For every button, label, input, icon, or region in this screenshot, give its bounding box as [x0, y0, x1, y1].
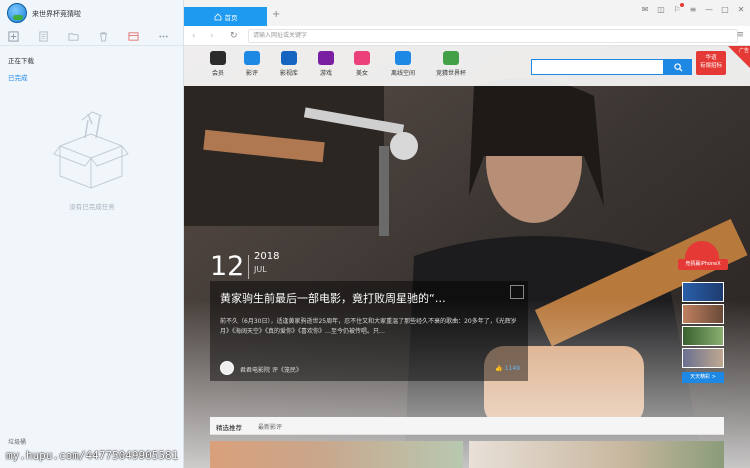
games-icon	[318, 51, 334, 65]
avatar[interactable]	[220, 361, 234, 375]
corner-badge-label: 广告	[738, 48, 749, 54]
comment-target[interactable]: 评《笼民》	[272, 367, 302, 374]
notification-dot	[680, 3, 684, 7]
more-icon[interactable]	[158, 31, 169, 43]
watermark: my.hupu.com/44775049905581	[6, 449, 179, 462]
add-tab-button[interactable]: +	[272, 10, 280, 20]
address-bar: ‹ › ↻ 请输入网址或关键字 ≡	[184, 26, 750, 46]
refresh-icon[interactable]: ↻	[230, 31, 238, 41]
tab-featured[interactable]: 精选推荐	[216, 422, 242, 432]
tab-home[interactable]: 首页	[184, 7, 267, 26]
tab-bar: 首页 + ✉ ◫ ⚐ ≡ — □ ✕	[184, 0, 750, 26]
date-year: 2018	[254, 251, 280, 262]
ad-thumbnail[interactable]	[682, 348, 724, 368]
title-bar: 来世界杯竞猜啦	[0, 0, 183, 26]
open-file-icon[interactable]	[38, 31, 49, 43]
recycle-bin[interactable]: 垃圾桶	[8, 437, 26, 446]
date-month: JUL	[254, 265, 267, 274]
like-count[interactable]: 👍 1149	[495, 365, 520, 372]
article-footer: 君君电影院 评《笼民》 👍 1149	[220, 361, 520, 375]
nav-item-games[interactable]: 游戏	[306, 51, 346, 77]
ad-thumbnail[interactable]	[682, 326, 724, 346]
reviews-icon	[244, 51, 260, 65]
featured-article-card[interactable]: 黄家驹生前最后一部电影，竟打败周星驰的“… 前不久（6月30日），适逢黄家驹逝世…	[210, 281, 528, 381]
completed-category[interactable]: 已完成	[8, 72, 28, 82]
ad-thumbnail[interactable]	[682, 304, 724, 324]
section-header: 精选推荐 最新影评	[210, 417, 724, 435]
world-cup-icon	[443, 51, 459, 65]
empty-state-text: 没有已完成任务	[69, 203, 115, 211]
close-icon[interactable]: ✕	[736, 5, 746, 15]
top-navigation: 会员 影评 影视库 游戏 美女 离线空间 竞猜世界杯 华谊 有偿招标	[184, 46, 750, 86]
recommendation-thumbnail[interactable]	[210, 441, 463, 468]
vip-icon	[210, 51, 226, 65]
delete-icon[interactable]	[98, 31, 109, 43]
skin-icon[interactable]: ◫	[656, 5, 666, 15]
downloading-category[interactable]: 正在下载	[8, 55, 34, 65]
beauty-icon	[354, 51, 370, 65]
side-ad[interactable]: 竞猜赢iPhoneX 天天精彩 >	[678, 241, 728, 389]
app-window: 来世界杯竞猜啦 正在下载 已完成 没有已完成任务 垃圾桶 首页 + ✉ ◫ ⚐ …	[0, 0, 750, 468]
minimize-icon[interactable]: —	[704, 5, 714, 15]
card-icon[interactable]	[128, 31, 139, 43]
date-day: 12	[210, 251, 245, 282]
nav-item-beauty[interactable]: 美女	[342, 51, 382, 77]
nav-item-world-cup[interactable]: 竞猜世界杯	[430, 51, 472, 77]
folder-icon[interactable]	[68, 31, 79, 43]
back-icon[interactable]: ‹	[192, 31, 196, 41]
cloud-icon	[395, 51, 411, 65]
nav-item-offline-space[interactable]: 离线空间	[383, 51, 423, 77]
download-toolbar	[0, 28, 183, 46]
new-task-icon[interactable]	[8, 31, 19, 43]
menu-icon[interactable]: ≡	[688, 5, 698, 15]
ad-thumbnail[interactable]	[682, 282, 724, 302]
article-summary: 前不久（6月30日），适逢黄家驹逝世25周年，忍不住又和大家重温了那些经久不衰的…	[220, 318, 517, 335]
home-page: 会员 影评 影视库 游戏 美女 离线空间 竞猜世界杯 华谊 有偿招标 广告 12…	[184, 46, 750, 468]
search-input[interactable]	[531, 59, 664, 75]
home-icon	[214, 12, 221, 20]
article-title[interactable]: 黄家驹生前最后一部电影，竟打败周星驰的“…	[220, 290, 446, 306]
ad-more-link[interactable]: 天天精彩 >	[682, 372, 724, 383]
mail-icon[interactable]: ✉	[640, 5, 650, 15]
empty-box-icon	[52, 110, 130, 190]
author-line: 君君电影院 评《笼民》	[240, 365, 302, 374]
bell-icon[interactable]: ⚐	[672, 3, 684, 15]
maximize-icon[interactable]: □	[720, 5, 730, 15]
author-name[interactable]: 君君电影院	[240, 367, 270, 374]
nav-item-reviews[interactable]: 影评	[232, 51, 272, 77]
movie-library-icon	[281, 51, 297, 65]
tab-latest-reviews[interactable]: 最新影评	[258, 422, 282, 431]
search-button[interactable]	[664, 59, 692, 75]
app-logo-icon	[7, 3, 27, 23]
expand-icon[interactable]	[510, 285, 524, 299]
date-divider	[248, 255, 249, 279]
address-menu-icon[interactable]: ≡	[736, 30, 744, 40]
search-icon	[673, 62, 683, 72]
app-title[interactable]: 来世界杯竞猜啦	[32, 9, 81, 19]
ad-label: 竞猜赢iPhoneX	[678, 259, 728, 270]
download-panel: 来世界杯竞猜啦 正在下载 已完成 没有已完成任务 垃圾桶	[0, 0, 184, 468]
tab-home-label: 首页	[224, 13, 238, 22]
forward-icon[interactable]: ›	[210, 31, 214, 41]
window-controls: ✉ ◫ ⚐ ≡ — □ ✕	[640, 3, 746, 15]
url-input[interactable]: 请输入网址或关键字	[248, 29, 738, 43]
nav-item-movie-library[interactable]: 影视库	[269, 51, 309, 77]
recommendation-thumbnail[interactable]	[469, 441, 724, 468]
promo-badge[interactable]: 华谊 有偿招标	[696, 51, 726, 75]
